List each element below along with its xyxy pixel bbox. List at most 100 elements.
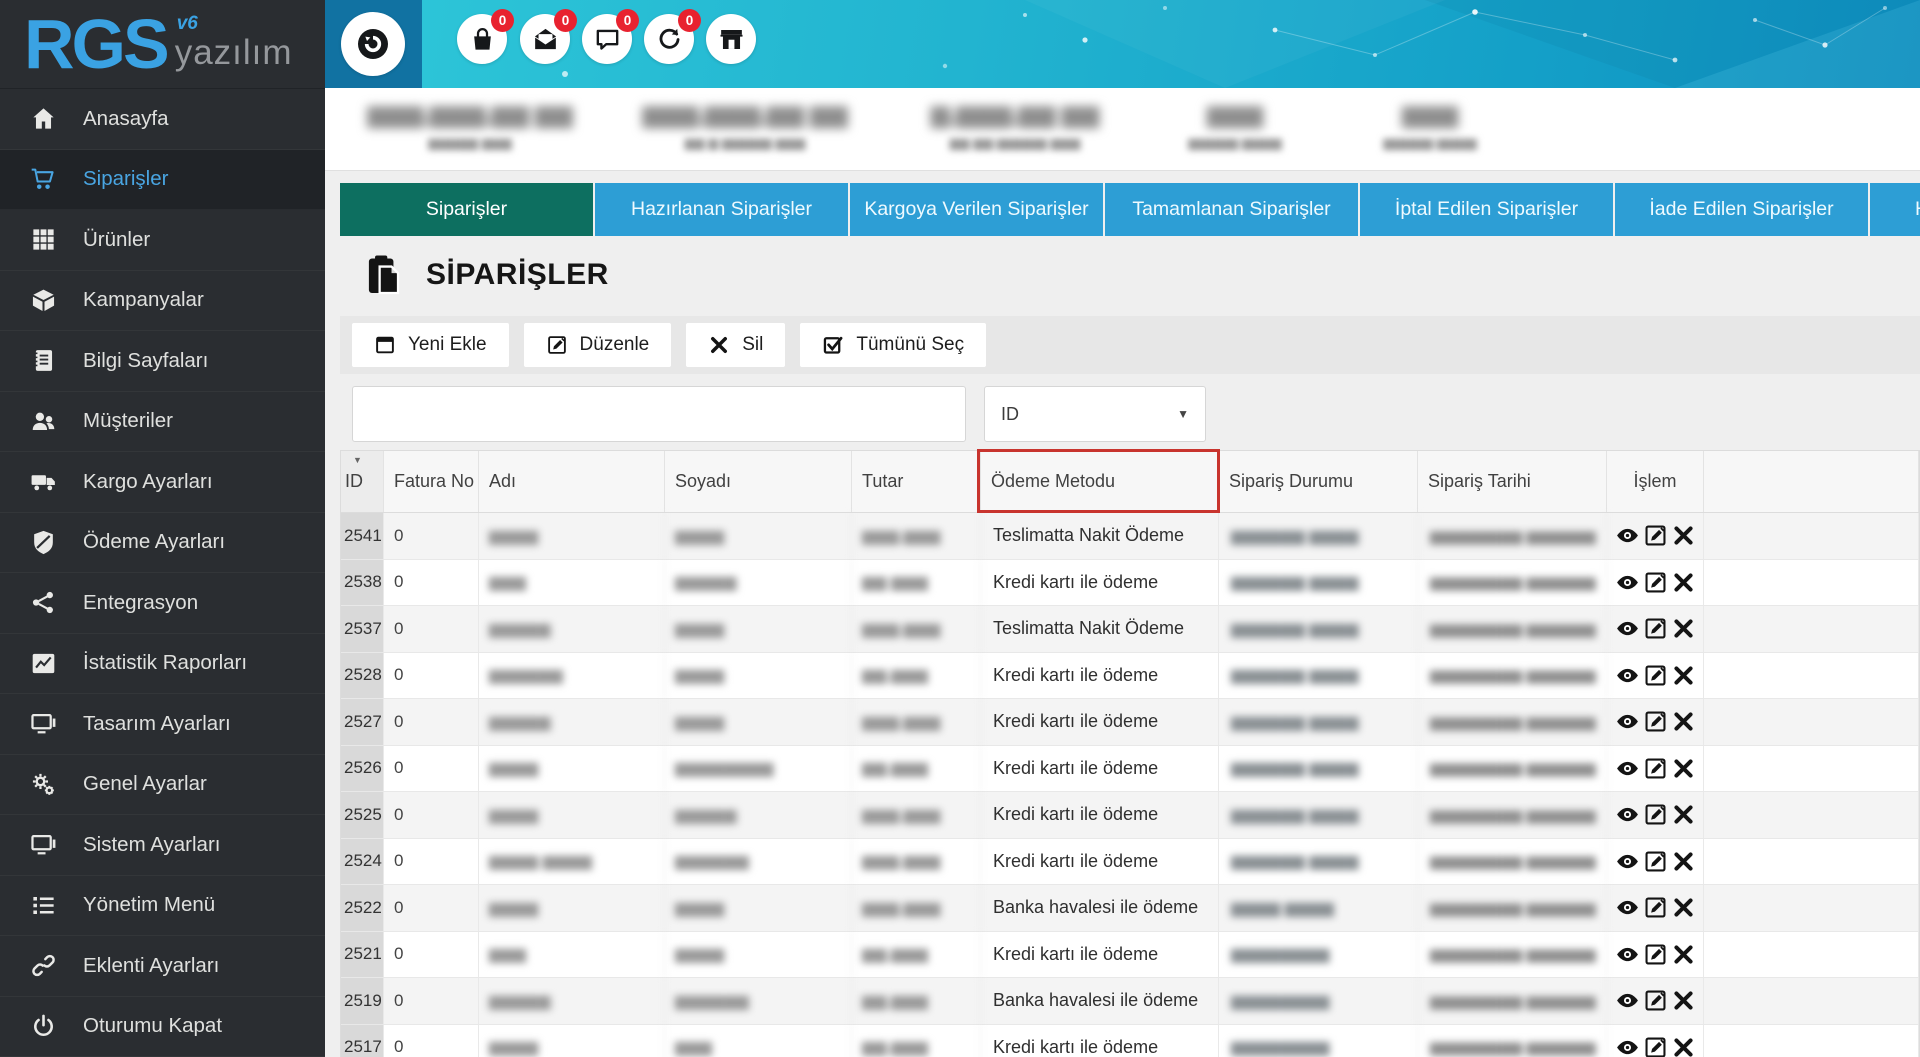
column-header-i-şlem[interactable]: İşlem [1607,451,1704,512]
row-edit-button[interactable] [1643,942,1668,967]
sidebar-item-musteriler[interactable]: Müşteriler [0,392,325,453]
row-delete-button[interactable] [1671,570,1696,595]
sidebar-item-entegrasyon[interactable]: Entegrasyon [0,573,325,634]
row-view-button[interactable] [1615,756,1640,781]
table-row[interactable]: 25270▆▆▆▆▆▆▆▆▆▆▆▆,▆▆▆Kredi kartı ile öde… [341,699,1919,746]
sidebar-item-urunler[interactable]: Ürünler [0,210,325,271]
row-delete-button[interactable] [1671,849,1696,874]
search-field-dropdown[interactable]: ID ▼ [984,386,1206,442]
topbar-orders-button[interactable]: 0 [457,14,507,64]
table-row[interactable]: 25220▆▆▆▆▆▆▆▆▆▆▆,▆▆▆Banka havalesi ile ö… [341,885,1919,932]
row-view-button[interactable] [1615,802,1640,827]
row-delete-button[interactable] [1671,616,1696,641]
sidebar-item-odeme-ayarlari[interactable]: Ödeme Ayarları [0,513,325,574]
sidebar-item-istatistik-raporlari[interactable]: İstatistik Raporları [0,634,325,695]
column-header-id[interactable]: ID▼ [341,451,384,512]
row-delete-button[interactable] [1671,802,1696,827]
row-delete-button[interactable] [1671,988,1696,1013]
row-delete-button[interactable] [1671,663,1696,688]
row-edit-button[interactable] [1643,849,1668,874]
column-header-soyadı[interactable]: Soyadı [665,451,852,512]
row-edit-button[interactable] [1643,895,1668,920]
row-edit-button[interactable] [1643,523,1668,548]
sidebar-item-kampanyalar[interactable]: Kampanyalar [0,271,325,332]
row-edit-button[interactable] [1643,1035,1668,1057]
sidebar-item-siparisler[interactable]: Siparişler [0,150,325,211]
row-edit-button[interactable] [1643,663,1668,688]
sidebar-item-genel-ayarlar[interactable]: Genel Ayarlar [0,755,325,816]
toolbar-button-pencilsq[interactable]: Düzenle [524,323,672,367]
row-delete-button[interactable] [1671,709,1696,734]
table-row[interactable]: 25370▆▆▆▆▆▆▆▆▆▆▆▆,▆▆▆Teslimatta Nakit Öd… [341,606,1919,653]
sidebar-item-kargo-ayarlari[interactable]: Kargo Ayarları [0,452,325,513]
chart-icon [30,650,57,677]
row-delete-button[interactable] [1671,523,1696,548]
table-row[interactable]: 25380▆▆▆▆▆▆▆▆▆▆ ▆▆▆Kredi kartı ile ödeme… [341,560,1919,607]
column-header-adı[interactable]: Adı [479,451,665,512]
toolbar-button-checkbox[interactable]: Tümünü Seç [800,323,986,367]
table-row[interactable]: 25280▆▆▆▆▆▆▆▆▆▆▆▆,▆▆▆Kredi kartı ile öde… [341,653,1919,700]
tab-hazırlanan-siparişler[interactable]: Hazırlanan Siparişler [595,183,848,236]
table-row[interactable]: 25260▆▆▆▆▆▆▆▆▆▆▆▆▆▆,▆▆▆Kredi kartı ile ö… [341,746,1919,793]
row-delete-button[interactable] [1671,1035,1696,1057]
row-edit-button[interactable] [1643,570,1668,595]
table-row[interactable]: 25210▆▆▆▆▆▆▆▆▆,▆▆▆Kredi kartı ile ödeme▆… [341,932,1919,979]
topbar-comments-button[interactable]: 0 [582,14,632,64]
table-row[interactable]: 25190▆▆▆▆▆▆▆▆▆▆▆▆▆,▆▆▆Banka havalesi ile… [341,978,1919,1025]
row-view-button[interactable] [1615,616,1640,641]
row-view-button[interactable] [1615,1035,1640,1057]
tab-tamamlanan-siparişler[interactable]: Tamamlanan Siparişler [1105,183,1358,236]
column-header-sipariş-tarihi[interactable]: Sipariş Tarihi [1418,451,1607,512]
row-view-button[interactable] [1615,709,1640,734]
cell-siparis-tarihi-blurred: ▆▆▆▆▆▆▆▆ ▆▆▆▆▆▆ [1418,885,1607,931]
tab-i-ade-edilen-siparişler[interactable]: İade Edilen Siparişler [1615,183,1868,236]
row-edit-button[interactable] [1643,709,1668,734]
sidebar-item-oturumu-kapat[interactable]: Oturumu Kapat [0,997,325,1057]
tab-kargoya-verilen-siparişler[interactable]: Kargoya Verilen Siparişler [850,183,1103,236]
row-delete-button[interactable] [1671,756,1696,781]
search-input[interactable] [352,386,966,442]
column-header-sipariş-durumu[interactable]: Sipariş Durumu [1219,451,1418,512]
row-delete-button[interactable] [1671,895,1696,920]
column-header-tutar[interactable]: Tutar [852,451,981,512]
sidebar-item-sistem-ayarlari[interactable]: Sistem Ayarları [0,815,325,876]
table-row[interactable]: 25170▆▆▆▆▆▆▆▆▆,▆▆▆Kredi kartı ile ödeme▆… [341,1025,1919,1057]
sidebar-item-eklenti-ayarlari[interactable]: Eklenti Ayarları [0,936,325,997]
sidebar: RGS v6 yazılım AnasayfaSiparişlerÜrünler… [0,0,325,1057]
row-view-button[interactable] [1615,988,1640,1013]
sidebar-item-tasarim-ayarlari[interactable]: Tasarım Ayarları [0,694,325,755]
toolbar-button-newwin[interactable]: Yeni Ekle [352,323,509,367]
row-view-button[interactable] [1615,895,1640,920]
row-delete-button[interactable] [1671,942,1696,967]
tab-siparişler[interactable]: Siparişler [340,183,593,236]
tab-i-ptal-edilen-siparişler[interactable]: İptal Edilen Siparişler [1360,183,1613,236]
row-view-button[interactable] [1615,570,1640,595]
column-header-ödeme-metodu[interactable]: Ödeme Metodu [981,451,1219,512]
table-row[interactable]: 25410▆▆▆▆▆▆▆▆▆▆▆,▆▆▆Teslimatta Nakit Öde… [341,513,1919,560]
row-view-button[interactable] [1615,849,1640,874]
sidebar-item-yonetim-menu[interactable]: Yönetim Menü [0,876,325,937]
topbar-messages-button[interactable]: 0 [520,14,570,64]
toolbar-button-xmark[interactable]: Sil [686,323,785,367]
cell-siparis-tarihi-blurred: ▆▆▆▆▆▆▆▆ ▆▆▆▆▆▆ [1418,932,1607,978]
sidebar-item-anasayfa[interactable]: Anasayfa [0,89,325,150]
row-view-button[interactable] [1615,663,1640,688]
topbar-store-button[interactable] [706,14,756,64]
brand-logo[interactable]: RGS v6 yazılım [0,0,325,89]
row-edit-button[interactable] [1643,988,1668,1013]
table-row[interactable]: 25240▆▆▆▆ ▆▆▆▆▆▆▆▆▆▆▆▆▆,▆▆▆Kredi kartı i… [341,839,1919,886]
toolbar-button-label: Düzenle [580,334,650,356]
tab-h[interactable]: H [1870,183,1920,236]
topbar-returns-button[interactable]: 0 [644,14,694,64]
table-row[interactable]: 25250▆▆▆▆▆▆▆▆▆▆▆▆,▆▆▆Kredi kartı ile öde… [341,792,1919,839]
row-edit-button[interactable] [1643,802,1668,827]
row-view-button[interactable] [1615,523,1640,548]
row-view-button[interactable] [1615,942,1640,967]
sidebar-item-bilgi-sayfalari[interactable]: Bilgi Sayfaları [0,331,325,392]
row-edit-button[interactable] [1643,756,1668,781]
row-edit-button[interactable] [1643,616,1668,641]
x-icon [1671,895,1696,920]
column-header-fatura-no[interactable]: Fatura No [384,451,479,512]
sort-arrow-icon[interactable]: ▼ [353,455,362,465]
clock-gear-icon[interactable] [341,12,405,76]
